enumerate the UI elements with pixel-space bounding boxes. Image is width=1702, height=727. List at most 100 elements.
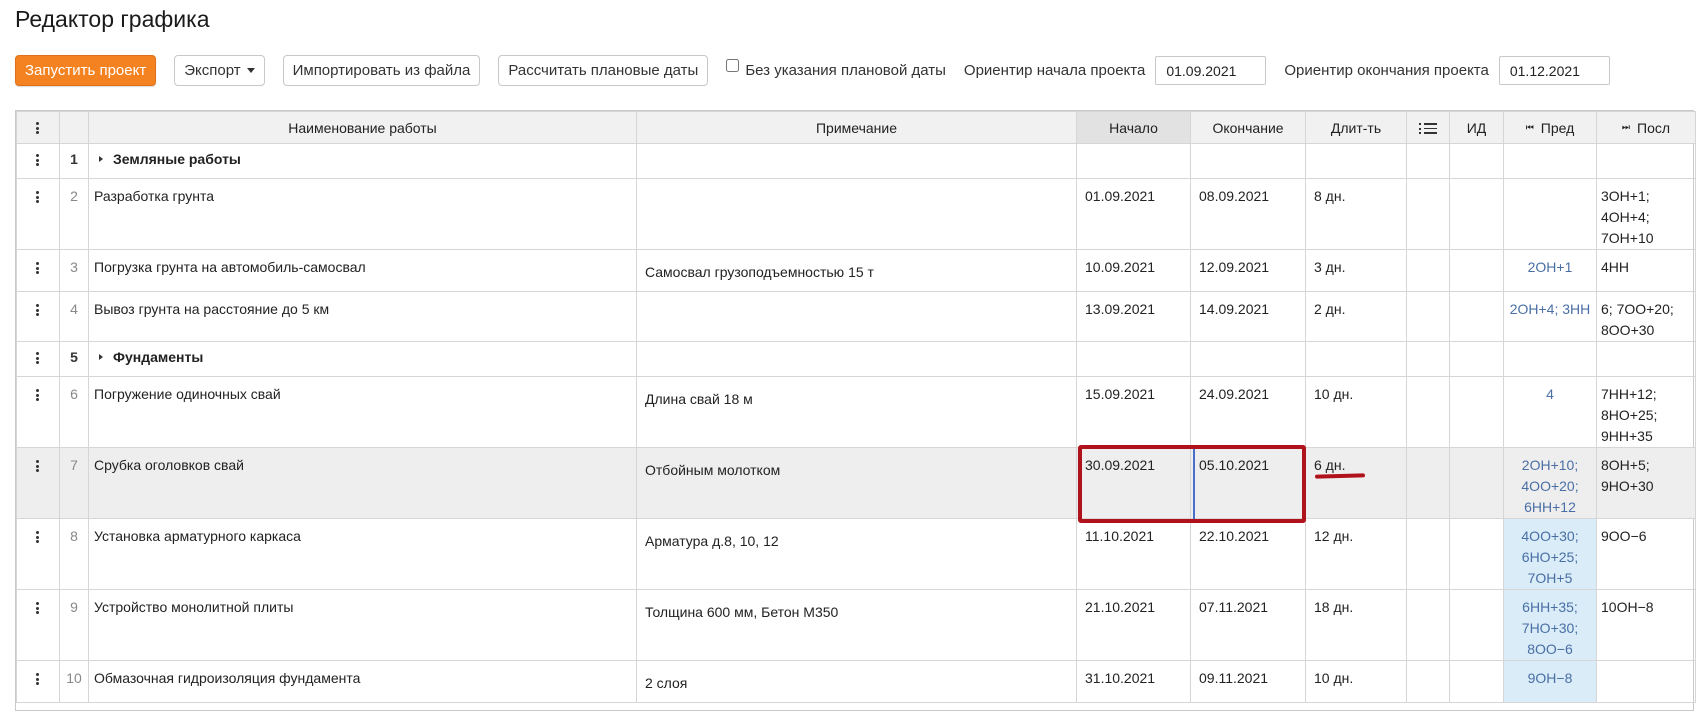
table-row[interactable]: 10 Обмазочная гидроизоляция фундамента 2 с… [16,660,1696,703]
note-cell[interactable]: Арматура д.8, 10, 12 [636,518,1077,590]
succ-cell[interactable]: 10ОН−8 [1596,589,1696,661]
pred-link[interactable]: 6НО+25; [1506,547,1594,568]
id-cell[interactable] [1449,178,1504,250]
duration-cell[interactable]: 3 дн. [1305,249,1407,292]
pred-link[interactable]: 7ОН+5 [1506,568,1594,589]
table-row[interactable]: 9 Устройство монолитной плиты Толщина 600 … [16,589,1696,661]
row-menu[interactable] [16,518,60,590]
export-dropdown-button[interactable]: Экспорт [174,55,265,86]
pred-link[interactable]: 2ОН+1 [1506,257,1594,278]
succ-cell[interactable] [1596,143,1696,179]
duration-cell[interactable]: 6 дн. [1305,447,1407,519]
list-cell[interactable] [1406,660,1450,703]
pred-cell[interactable]: 6НН+35; 7НО+30; 8ОО−6 [1503,589,1597,661]
pred-link[interactable]: 9ОН−8 [1506,668,1594,689]
header-list[interactable] [1406,111,1450,144]
project-start-input[interactable] [1155,56,1267,85]
expand-triangle-icon[interactable] [99,156,103,163]
row-menu[interactable] [16,447,60,519]
id-cell[interactable] [1449,376,1504,448]
pred-link[interactable]: 2ОН+4; 3НН [1506,299,1594,320]
row-menu[interactable] [16,376,60,448]
id-cell[interactable] [1449,660,1504,703]
end-date-cell[interactable] [1190,143,1306,179]
no-plan-date-toggle[interactable]: Без указания плановой даты [726,59,946,79]
id-cell[interactable] [1449,447,1504,519]
succ-cell[interactable]: 8ОН+5; 9НО+30 [1596,447,1696,519]
succ-cell[interactable]: 3ОН+1; 4ОН+4; 7ОН+10 [1596,178,1696,250]
id-cell[interactable] [1449,143,1504,179]
start-date-cell[interactable]: 31.10.2021 [1076,660,1191,703]
start-date-cell[interactable]: 11.10.2021 [1076,518,1191,590]
start-date-cell[interactable]: 30.09.2021 [1076,447,1191,519]
work-name-cell[interactable]: Погрузка грунта на автомобиль-самосвал [88,249,637,292]
work-name-cell[interactable]: Земляные работы [88,143,637,179]
pred-cell[interactable]: 2ОН+1 [1503,249,1597,292]
import-from-file-button[interactable]: Импортировать из файла [282,55,481,86]
list-cell[interactable] [1406,589,1450,661]
pred-link[interactable]: 8ОО−6 [1506,639,1594,660]
project-end-input[interactable] [1498,56,1610,85]
succ-cell[interactable]: 6; 7ОО+20; 8ОО+30 [1596,291,1696,342]
end-date-cell[interactable]: 07.11.2021 [1190,589,1306,661]
header-succ[interactable]: ⏭ Посл [1596,111,1696,144]
work-name-cell[interactable]: Погружение одиночных свай [88,376,637,448]
pred-link[interactable]: 2ОН+10; [1506,455,1594,476]
pred-link[interactable]: 4ОО+30; [1506,526,1594,547]
duration-cell[interactable]: 10 дн. [1305,660,1407,703]
succ-cell[interactable]: 7НН+12; 8НО+25; 9НН+35 [1596,376,1696,448]
run-project-button[interactable]: Запустить проект [15,55,157,86]
id-cell[interactable] [1449,341,1504,377]
work-name-cell[interactable]: Фундаменты [88,341,637,377]
end-date-cell[interactable]: 08.09.2021 [1190,178,1306,250]
list-cell[interactable] [1406,291,1450,342]
duration-cell[interactable]: 10 дн. [1305,376,1407,448]
pred-link[interactable]: 6НН+35; [1506,597,1594,618]
duration-cell[interactable]: 2 дн. [1305,291,1407,342]
start-date-cell[interactable]: 10.09.2021 [1076,249,1191,292]
group-row[interactable]: 1 Земляные работы [16,143,1696,179]
header-start[interactable]: Начало [1076,111,1191,144]
header-duration[interactable]: Длит-ть [1305,111,1407,144]
work-name-cell[interactable]: Устройство монолитной плиты [88,589,637,661]
start-date-cell[interactable]: 15.09.2021 [1076,376,1191,448]
pred-link[interactable]: 4 [1506,384,1594,405]
header-menu[interactable] [16,111,60,144]
start-date-cell[interactable] [1076,143,1191,179]
no-plan-date-checkbox[interactable] [726,59,740,72]
end-date-cell[interactable] [1190,341,1306,377]
list-cell[interactable] [1406,143,1450,179]
end-date-cell[interactable]: 24.09.2021 [1190,376,1306,448]
note-cell[interactable] [636,143,1077,179]
header-name[interactable]: Наименование работы [88,111,637,144]
table-row[interactable]: 8 Установка арматурного каркаса Арматура д… [16,518,1696,590]
id-cell[interactable] [1449,589,1504,661]
pred-link[interactable]: 4ОО+20; [1506,476,1594,497]
row-menu[interactable] [16,291,60,342]
note-cell[interactable]: Толщина 600 мм, Бетон М350 [636,589,1077,661]
list-cell[interactable] [1406,341,1450,377]
note-cell[interactable]: Длина свай 18 м [636,376,1077,448]
work-name-cell[interactable]: Обмазочная гидроизоляция фундамента [88,660,637,703]
table-row[interactable]: 6 Погружение одиночных свай Длина свай 18 … [16,376,1696,448]
end-date-cell[interactable]: 14.09.2021 [1190,291,1306,342]
succ-cell[interactable]: 9ОО−6 [1596,518,1696,590]
row-menu[interactable] [16,341,60,377]
work-name-cell[interactable]: Срубка оголовков свай [88,447,637,519]
group-row[interactable]: 5 Фундаменты [16,341,1696,377]
pred-link[interactable]: 6НН+12 [1506,497,1594,518]
list-cell[interactable] [1406,447,1450,519]
row-menu[interactable] [16,178,60,250]
header-pred[interactable]: ⏮ Пред [1503,111,1597,144]
id-cell[interactable] [1449,518,1504,590]
pred-cell[interactable] [1503,143,1597,179]
table-row[interactable]: 7 Срубка оголовков свай Отбойным молотком 3… [16,447,1696,519]
start-date-cell[interactable]: 13.09.2021 [1076,291,1191,342]
work-name-cell[interactable]: Вывоз грунта на расстояние до 5 км [88,291,637,342]
pred-cell[interactable]: 2ОН+4; 3НН [1503,291,1597,342]
calculate-dates-button[interactable]: Рассчитать плановые даты [498,55,709,86]
table-row[interactable]: 2 Разработка грунта 01.09.2021 08.09.2021 8 … [16,178,1696,250]
duration-cell[interactable]: 12 дн. [1305,518,1407,590]
header-note[interactable]: Примечание [636,111,1077,144]
pred-cell[interactable]: 9ОН−8 [1503,660,1597,703]
